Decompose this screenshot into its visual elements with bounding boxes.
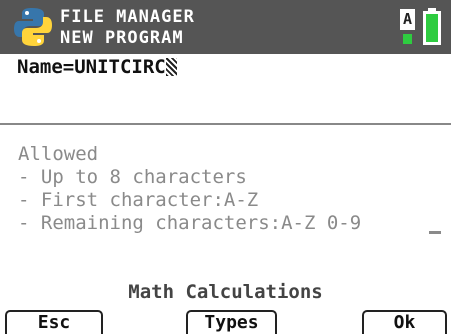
text-cursor: [165, 58, 177, 76]
app-title: FILE MANAGER: [60, 7, 195, 27]
status-bar: FILE MANAGER NEW PROGRAM A: [0, 0, 451, 54]
hint-line: - Remaining characters:A-Z 0-9: [18, 212, 362, 234]
hint-line: - First character:A-Z: [18, 189, 259, 211]
alpha-lock-bar: [403, 34, 412, 44]
ok-button[interactable]: Ok: [362, 310, 447, 334]
hint-line: - Up to 8 characters: [18, 166, 247, 188]
name-input[interactable]: Name=UNITCIRC: [17, 55, 177, 79]
underscore-cursor: [429, 231, 441, 234]
app-subtitle: NEW PROGRAM: [60, 28, 184, 48]
divider: [0, 123, 451, 125]
footer-title: Math Calculations: [128, 281, 323, 303]
hint-heading: Allowed: [18, 143, 99, 165]
esc-button[interactable]: Esc: [5, 310, 103, 334]
alpha-mode-letter: A: [402, 10, 413, 28]
name-label: Name=: [17, 56, 75, 78]
name-value: UNITCIRC: [74, 56, 166, 78]
battery-icon: [423, 8, 441, 45]
alpha-mode-indicator: A: [400, 9, 415, 30]
python-logo-icon: [14, 8, 52, 46]
types-button[interactable]: Types: [186, 310, 277, 334]
